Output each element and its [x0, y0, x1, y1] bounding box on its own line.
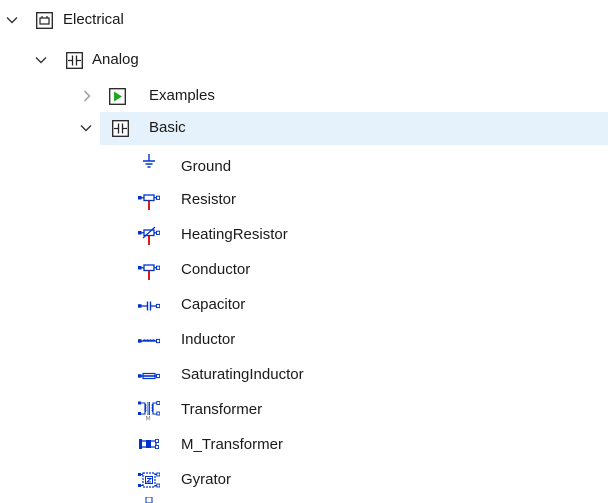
tree-node-label: HeatingResistor — [181, 226, 288, 243]
tree-node-label: Analog — [92, 51, 139, 68]
m-transformer-icon — [138, 436, 160, 454]
chevron-right-icon[interactable] — [79, 88, 95, 104]
electrical-package-icon — [36, 12, 53, 29]
tree-node-resistor[interactable]: Resistor — [0, 184, 608, 217]
tree-node-label: Conductor — [181, 261, 251, 278]
tree-node-label: SaturatingInductor — [181, 366, 304, 383]
tree-node-analog[interactable]: Analog — [0, 44, 608, 77]
ground-icon — [140, 153, 158, 171]
tree-node-saturating-inductor[interactable]: SaturatingInductor — [0, 359, 608, 392]
inductor-icon — [138, 333, 160, 349]
tree-node-transformer[interactable]: M Transformer — [0, 394, 608, 427]
capacitor-icon — [138, 298, 160, 314]
heating-resistor-icon — [138, 224, 160, 246]
saturating-inductor-icon — [138, 368, 160, 384]
tree-node-label: Ground — [181, 158, 232, 175]
transformer-icon: M — [138, 399, 160, 421]
basic-package-icon — [112, 120, 129, 137]
tree-node-m-transformer[interactable]: M_Transformer — [0, 429, 608, 462]
tree-node-electrical[interactable]: Electrical — [0, 4, 608, 37]
tree-node-heating-resistor[interactable]: HeatingResistor — [0, 219, 608, 252]
package-tree: Electrical Analog Examples Basic Ground … — [0, 0, 608, 503]
tree-node-conductor[interactable]: Conductor — [0, 254, 608, 287]
chevron-down-icon[interactable] — [33, 52, 49, 68]
tree-node-label: M_Transformer — [181, 436, 283, 453]
resistor-icon — [138, 189, 160, 211]
examples-package-icon — [109, 88, 126, 105]
tree-node-label: Resistor — [181, 191, 237, 208]
svg-text:M: M — [146, 416, 151, 422]
tree-node-capacitor[interactable]: Capacitor — [0, 289, 608, 322]
analog-package-icon — [66, 52, 83, 69]
tree-node-gyrator[interactable]: Gyrator — [0, 464, 608, 497]
conductor-icon — [138, 259, 160, 281]
tree-node-inductor[interactable]: Inductor — [0, 324, 608, 357]
tree-node-label: Inductor — [181, 331, 236, 348]
tree-node-examples[interactable]: Examples — [0, 80, 608, 113]
tree-node-label: Capacitor — [181, 296, 246, 313]
tree-node-ground[interactable]: Ground — [0, 149, 608, 182]
tree-node-label: Examples — [149, 87, 215, 104]
chevron-down-icon[interactable] — [4, 12, 20, 28]
tree-node-next-partial[interactable] — [0, 495, 608, 503]
tree-node-label: Gyrator — [181, 471, 232, 488]
tree-node-basic-content[interactable]: Basic — [0, 112, 608, 145]
partial-component-icon — [142, 497, 156, 503]
tree-node-label: Electrical — [63, 11, 124, 28]
tree-node-label: Basic — [149, 119, 186, 136]
chevron-down-icon[interactable] — [78, 120, 94, 136]
gyrator-icon — [138, 471, 160, 489]
tree-node-label: Transformer — [181, 401, 263, 418]
